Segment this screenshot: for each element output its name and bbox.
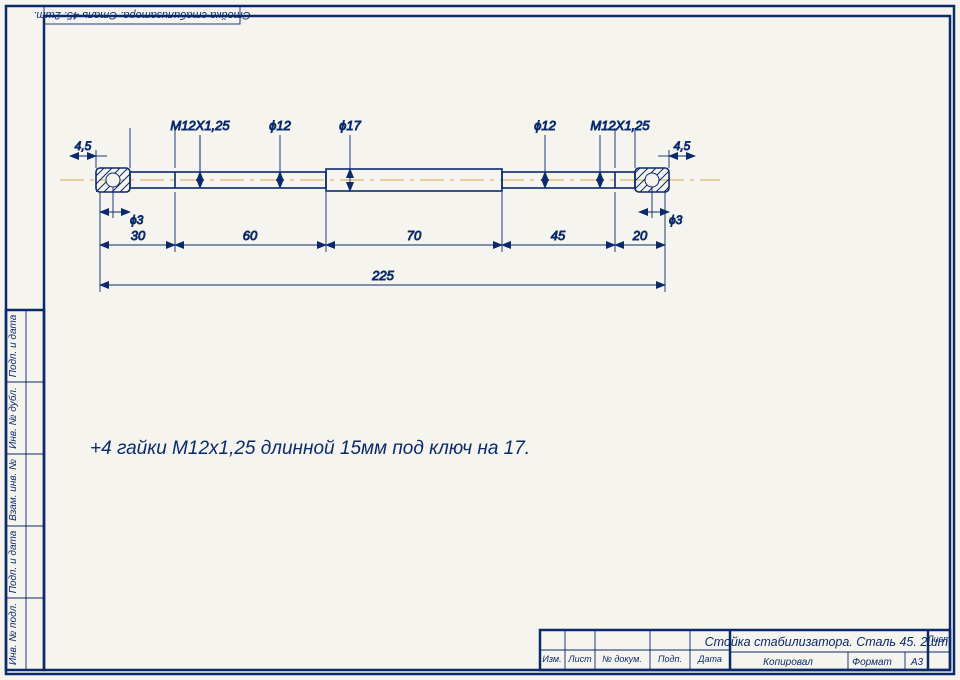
side-cell-1: Подп. и дата [8, 530, 19, 593]
side-cell-2: Взам. инв. № [8, 459, 19, 521]
dim-70: 70 [407, 228, 422, 243]
tb-format-value: А3 [910, 657, 924, 668]
dim-20: 20 [632, 228, 648, 243]
tb-col3: Подп. [658, 654, 682, 664]
tb-col4: Дата [697, 654, 722, 664]
dim-4_5-left: 4,5 [75, 139, 92, 153]
tb-col0: Изм. [542, 654, 561, 664]
side-cell-3: Инв. № дубл. [7, 387, 19, 449]
dim-phi17: ϕ17 [339, 118, 361, 133]
tb-list: Лист [926, 634, 951, 644]
dim-phi12-left: ϕ12 [269, 118, 291, 133]
tb-format-label: Формат [852, 657, 892, 668]
dim-phi3-right: ϕ3 [669, 213, 683, 227]
side-cell-4: Подп. и дата [8, 314, 19, 377]
dim-45: 45 [551, 228, 566, 243]
dim-thread-left: М12Х1,25 [170, 118, 230, 133]
dim-4_5-right: 4,5 [674, 139, 691, 153]
tb-col1: Лист [567, 654, 592, 664]
tb-copied: Копировал [763, 657, 813, 668]
dim-thread-right: М12Х1,25 [590, 118, 650, 133]
top-tab-text: Стойка стабилизатора. Сталь 45. 2шт. [33, 9, 250, 21]
tb-title: Стойка стабилизатора. Сталь 45. 2шт. [705, 635, 952, 649]
tb-col2: № докум. [602, 654, 642, 664]
dim-phi12-right: ϕ12 [534, 118, 556, 133]
side-cell-0: Инв. № подл. [8, 603, 19, 665]
dim-phi3-left: ϕ3 [130, 213, 144, 227]
dim-60: 60 [243, 228, 258, 243]
note-text: +4 гайки М12х1,25 длинной 15мм под ключ … [90, 438, 530, 459]
dim-225: 225 [371, 268, 394, 283]
dim-30: 30 [131, 228, 146, 243]
